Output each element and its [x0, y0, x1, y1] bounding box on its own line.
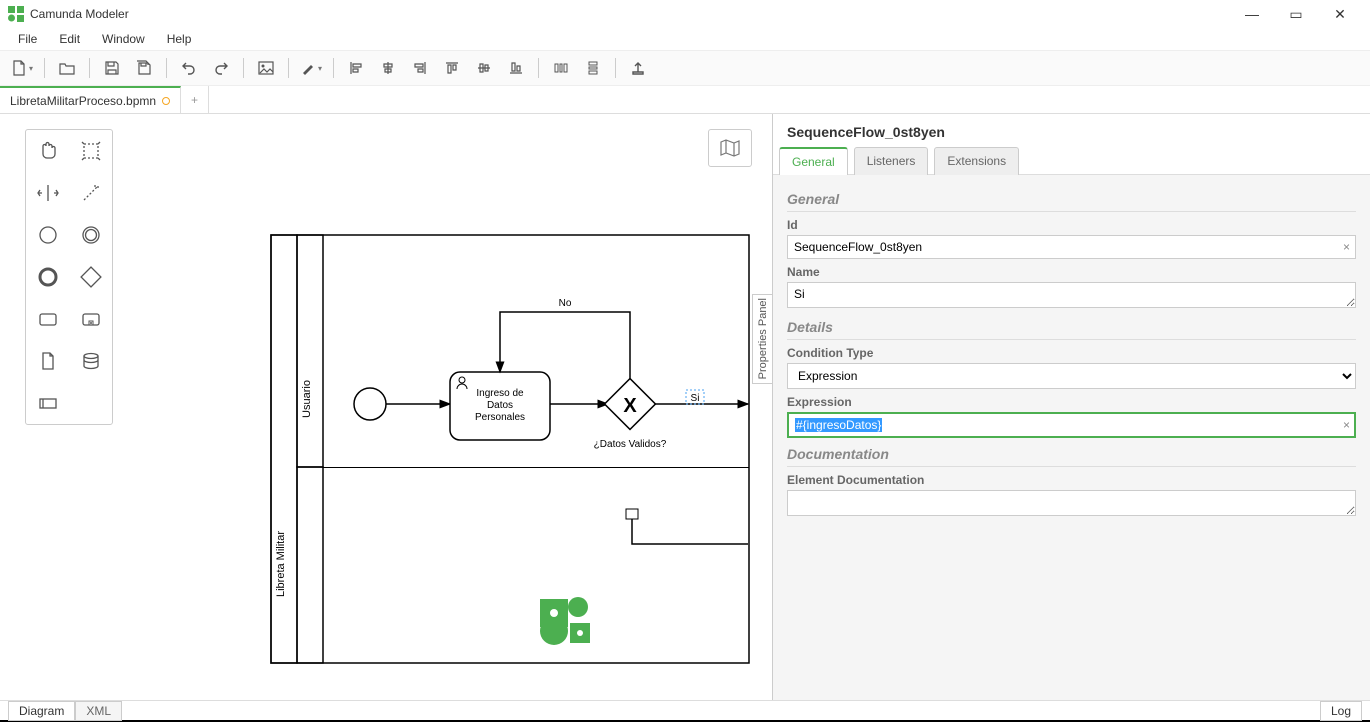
label-id: Id — [787, 218, 1356, 232]
select-condition-type[interactable]: Expression — [787, 363, 1356, 389]
label-condition-type: Condition Type — [787, 346, 1356, 360]
input-id[interactable] — [787, 235, 1356, 259]
label-name: Name — [787, 265, 1356, 279]
gateway-label: ¿Datos Validos? — [594, 439, 667, 450]
tabbar: LibretaMilitarProceso.bpmn + — [0, 86, 1370, 114]
bottom-tab-diagram[interactable]: Diagram — [8, 701, 75, 721]
distribute-h-button[interactable] — [547, 54, 575, 82]
camunda-logo-icon — [540, 597, 590, 645]
tab-listeners[interactable]: Listeners — [854, 147, 929, 175]
align-bottom-button[interactable] — [502, 54, 530, 82]
align-left-button[interactable] — [342, 54, 370, 82]
bottom-log-button[interactable]: Log — [1320, 701, 1362, 721]
palette-intermediate-event[interactable] — [69, 214, 112, 256]
group-details: Details — [787, 319, 1356, 340]
menu-help[interactable]: Help — [159, 30, 200, 48]
undo-button[interactable] — [175, 54, 203, 82]
palette-subprocess[interactable] — [69, 298, 112, 340]
align-center-button[interactable] — [374, 54, 402, 82]
align-middle-button[interactable] — [470, 54, 498, 82]
app-logo-icon — [8, 6, 24, 22]
minimize-button[interactable]: — — [1230, 0, 1274, 28]
maximize-button[interactable]: ▭ — [1274, 0, 1318, 28]
titlebar: Camunda Modeler — ▭ ✕ — [0, 0, 1370, 28]
clear-id-icon[interactable]: × — [1343, 240, 1350, 254]
label-expression: Expression — [787, 395, 1356, 409]
flow-si-label: Si — [691, 393, 700, 404]
tab-extensions[interactable]: Extensions — [934, 147, 1019, 175]
task-ingreso-label-1: Ingreso de — [476, 388, 524, 399]
palette-connect-tool[interactable] — [69, 172, 112, 214]
group-general: General — [787, 191, 1356, 212]
gateway-datos-validos[interactable]: X — [605, 379, 656, 430]
palette-participant[interactable] — [26, 382, 69, 424]
palette-group[interactable] — [69, 382, 112, 424]
menu-file[interactable]: File — [10, 30, 45, 48]
palette-lasso-tool[interactable] — [69, 130, 112, 172]
image-button[interactable] — [252, 54, 280, 82]
palette-data-store[interactable] — [69, 340, 112, 382]
tab-file-label: LibretaMilitarProceso.bpmn — [10, 94, 156, 108]
svg-text:Datos: Datos — [487, 400, 513, 411]
dirty-indicator-icon — [162, 97, 170, 105]
palette-task[interactable] — [26, 298, 69, 340]
save-all-button[interactable] — [130, 54, 158, 82]
lane-user-label: Usuario — [301, 380, 313, 418]
svg-text:Personales: Personales — [475, 412, 525, 423]
properties-panel-toggle[interactable]: Properties Panel — [752, 294, 772, 384]
bottom-tab-xml[interactable]: XML — [75, 701, 122, 721]
menu-window[interactable]: Window — [94, 30, 153, 48]
canvas[interactable]: Properties Panel Libreta Militar Usuario… — [0, 114, 772, 700]
input-name[interactable]: Si — [787, 282, 1356, 308]
clear-expression-icon[interactable]: × — [1343, 418, 1350, 432]
bottombar: Diagram XML Log — [0, 700, 1370, 720]
main-area: Properties Panel Libreta Militar Usuario… — [0, 114, 1370, 700]
menu-edit[interactable]: Edit — [51, 30, 88, 48]
properties-panel: SequenceFlow_0st8yen General Listeners E… — [772, 114, 1370, 700]
toolbar: ▾ ▾ — [0, 50, 1370, 86]
palette-start-event[interactable] — [26, 214, 69, 256]
palette — [25, 129, 113, 425]
svg-text:X: X — [623, 395, 637, 417]
properties-panel-toggle-label: Properties Panel — [757, 298, 769, 379]
start-event[interactable] — [354, 388, 386, 420]
new-file-button[interactable]: ▾ — [8, 54, 36, 82]
palette-end-event[interactable] — [26, 256, 69, 298]
window-title: Camunda Modeler — [30, 7, 129, 21]
tab-file[interactable]: LibretaMilitarProceso.bpmn — [0, 86, 181, 113]
palette-gateway[interactable] — [69, 256, 112, 298]
palette-data-object[interactable] — [26, 340, 69, 382]
align-right-button[interactable] — [406, 54, 434, 82]
save-button[interactable] — [98, 54, 126, 82]
color-button[interactable]: ▾ — [297, 54, 325, 82]
label-element-doc: Element Documentation — [787, 473, 1356, 487]
properties-tabs: General Listeners Extensions — [773, 146, 1370, 175]
deploy-button[interactable] — [624, 54, 652, 82]
open-file-button[interactable] — [53, 54, 81, 82]
input-expression[interactable]: #{ingresoDatos} — [787, 412, 1356, 438]
align-top-button[interactable] — [438, 54, 466, 82]
minimap-button[interactable] — [708, 129, 752, 167]
bpmn-diagram: Libreta Militar Usuario Ingreso de Datos… — [270, 234, 750, 664]
palette-space-tool[interactable] — [26, 172, 69, 214]
flow-no-label: No — [559, 298, 572, 309]
input-element-doc[interactable] — [787, 490, 1356, 516]
properties-element-name: SequenceFlow_0st8yen — [773, 114, 1370, 146]
palette-hand-tool[interactable] — [26, 130, 69, 172]
close-button[interactable]: ✕ — [1318, 0, 1362, 28]
distribute-v-button[interactable] — [579, 54, 607, 82]
pool-label: Libreta Militar — [275, 531, 287, 597]
tab-general[interactable]: General — [779, 147, 848, 175]
menubar: File Edit Window Help — [0, 28, 1370, 50]
group-documentation: Documentation — [787, 446, 1356, 467]
new-tab-button[interactable]: + — [181, 86, 209, 113]
redo-button[interactable] — [207, 54, 235, 82]
